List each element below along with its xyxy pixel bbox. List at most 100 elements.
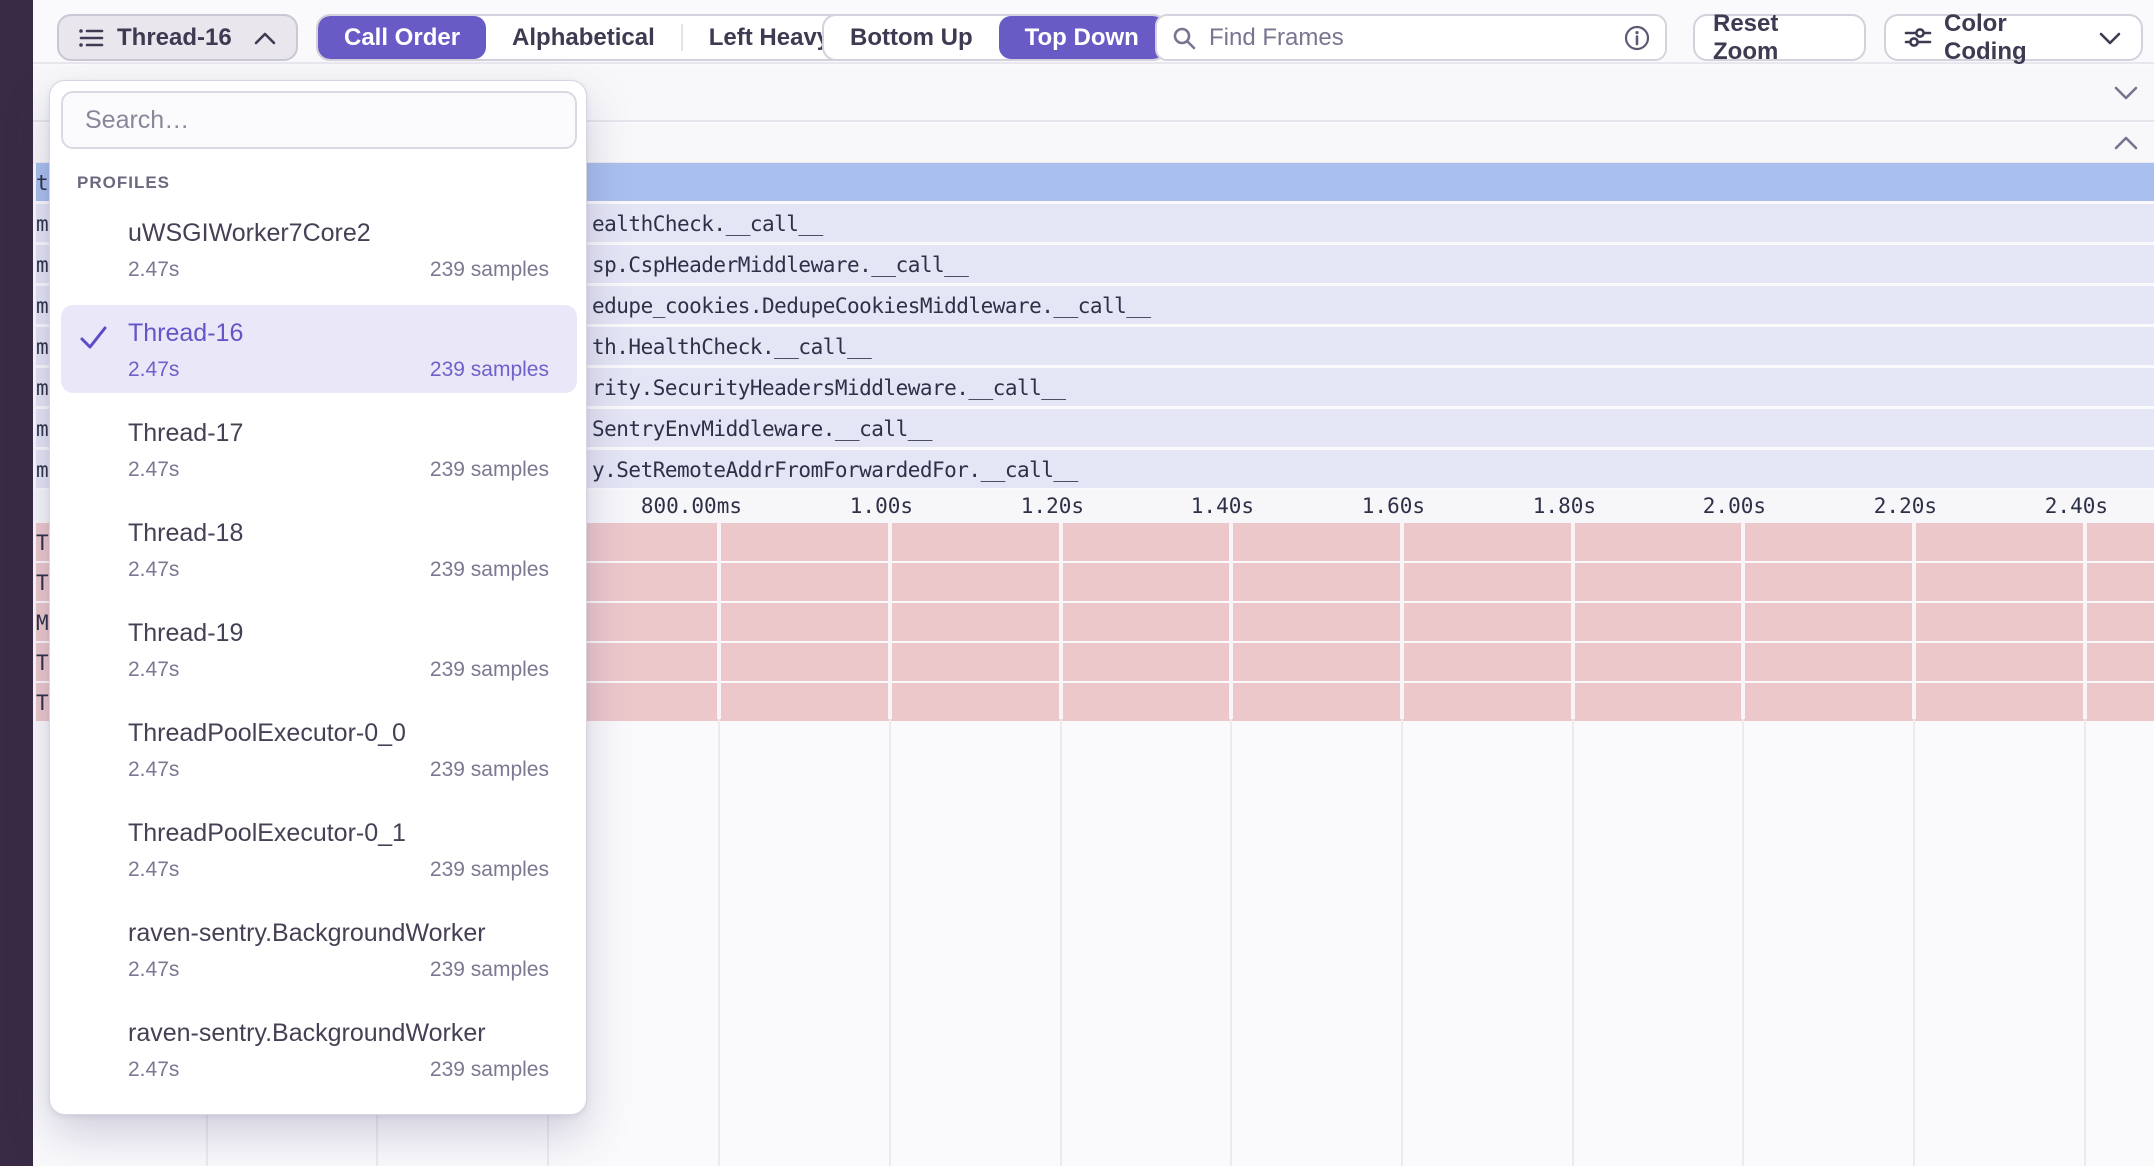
flame-frame-edge-text: T <box>36 531 49 555</box>
flame-frame-label: rity.SecurityHeadersMiddleware.__call__ <box>592 376 1066 400</box>
flame-frame-label: SentryEnvMiddleware.__call__ <box>592 417 932 441</box>
profile-item-name: Thread-16 <box>128 318 549 348</box>
profile-item-name: Thread-19 <box>128 618 549 648</box>
flame-frame-edge-text: m <box>36 212 49 236</box>
gridline <box>1912 523 1916 719</box>
flame-frame-edge-text: m <box>36 417 49 441</box>
gridline <box>1742 719 1744 1166</box>
profile-item-meta: 2.47s 239 samples <box>128 457 549 483</box>
flame-frame-edge-text: t <box>36 171 49 195</box>
profile-item-duration: 2.47s <box>128 357 179 383</box>
flame-frame-label: ealthCheck.__call__ <box>592 212 823 236</box>
dropdown-search-input[interactable] <box>83 105 555 136</box>
axis-tick-label: 2.20s <box>1777 494 1937 518</box>
chevron-down-icon <box>2097 30 2123 46</box>
find-frames-search <box>1155 14 1667 61</box>
axis-tick-label: 1.40s <box>1094 494 1254 518</box>
flame-frame-label: edupe_cookies.DedupeCookiesMiddleware.__… <box>592 294 1151 318</box>
gridline <box>717 523 721 719</box>
profile-item[interactable]: Thread-19 2.47s239 samples <box>61 605 577 693</box>
gridline <box>888 523 892 719</box>
flame-frame-edge-text: m <box>36 376 49 400</box>
flame-frame-edge-text: T <box>36 651 49 675</box>
view-order-segmented-control: Call Order Alphabetical Left Heavy <box>316 14 858 61</box>
thread-selector-label: Thread-16 <box>117 24 232 52</box>
profile-item[interactable]: Thread-162.47s239 samples <box>61 305 577 393</box>
profile-item-meta: 2.47s239 samples <box>128 257 549 283</box>
profile-item-duration: 2.47s <box>128 857 179 883</box>
profile-item-duration: 2.47s <box>128 657 179 683</box>
profile-item-name: ThreadPoolExecutor-0_0 <box>128 718 549 748</box>
profile-item-meta: 2.47s239 samples <box>128 1057 549 1083</box>
profile-item[interactable]: Thread-17 2.47s 239 samples <box>61 405 577 493</box>
tab-alphabetical[interactable]: Alphabetical <box>486 16 681 59</box>
profile-item-meta: 2.47s239 samples <box>128 757 549 783</box>
gridline <box>1571 523 1575 719</box>
direction-segmented-control: Bottom Up Top Down <box>822 14 1167 61</box>
reset-zoom-button[interactable]: Reset Zoom <box>1693 14 1866 61</box>
gridline <box>1230 719 1232 1166</box>
gridline <box>718 719 720 1166</box>
dropdown-search-box <box>61 91 577 149</box>
profile-item-duration: 2.47s <box>128 557 179 583</box>
axis-tick-label: 2.00s <box>1606 494 1766 518</box>
find-frames-input[interactable] <box>1207 23 1613 53</box>
profile-item-meta: 2.47s239 samples <box>128 657 549 683</box>
gridline <box>1572 719 1574 1166</box>
tab-call-order[interactable]: Call Order <box>318 16 486 59</box>
profiles-section-label: PROFILES <box>77 173 170 193</box>
info-icon[interactable] <box>1623 24 1651 52</box>
toolbar: Thread-16 Call Order Alphabetical Left H… <box>33 0 2154 64</box>
flame-frame-edge-text: m <box>36 335 49 359</box>
color-coding-button[interactable]: Color Coding <box>1884 14 2143 61</box>
profile-item-duration: 2.47s <box>128 957 179 983</box>
chevron-up-icon[interactable] <box>2112 134 2140 152</box>
color-coding-label: Color Coding <box>1944 10 2085 66</box>
flame-frame-label: y.SetRemoteAddrFromForwardedFor.__call__ <box>592 458 1078 482</box>
gridline <box>2084 719 2086 1166</box>
thread-list-icon <box>77 24 105 52</box>
flame-frame-label: th.HealthCheck.__call__ <box>592 335 871 359</box>
gridline <box>2083 523 2087 719</box>
profile-item-name: Thread-17 <box>128 418 549 448</box>
profile-item[interactable]: Thread-18 2.47s 239 samples <box>61 505 577 593</box>
tab-top-down[interactable]: Top Down <box>999 16 1165 59</box>
gridline <box>1060 719 1062 1166</box>
chevron-down-icon[interactable] <box>2112 84 2140 102</box>
profile-item-name: ThreadPoolExecutor-0_1 <box>128 818 549 848</box>
left-rail <box>0 0 33 1166</box>
profile-item-samples: 239 samples <box>430 557 549 583</box>
profile-item-samples: 239 samples <box>430 857 549 883</box>
profile-item-samples: 239 samples <box>430 957 549 983</box>
tab-bottom-up[interactable]: Bottom Up <box>824 16 999 59</box>
flame-frame-edge-text: m <box>36 253 49 277</box>
profile-item[interactable]: raven-sentry.BackgroundWorker 2.47s 239 sa… <box>61 905 577 993</box>
gridline <box>1741 523 1745 719</box>
profile-item-name: raven-sentry.BackgroundWorker <box>128 1018 549 1048</box>
axis-tick-label: 1.00s <box>753 494 913 518</box>
profiler-flamegraph-view: t mealthCheck.__call__msp.CspHeaderMiddl… <box>0 0 2154 1166</box>
flame-frame-edge-text: m <box>36 294 49 318</box>
axis-tick-label: 2.40s <box>1948 494 2108 518</box>
profile-item-duration: 2.47s <box>128 257 179 283</box>
reset-zoom-label: Reset Zoom <box>1713 10 1846 66</box>
gridline <box>1913 719 1915 1166</box>
profile-item-duration: 2.47s <box>128 1057 179 1083</box>
profile-item-name: Thread-18 <box>128 518 549 548</box>
flame-frame-edge-text: m <box>36 458 49 482</box>
thread-selector-button[interactable]: Thread-16 <box>57 14 298 61</box>
flame-frame-label: sp.CspHeaderMiddleware.__call__ <box>592 253 968 277</box>
profile-item[interactable]: ThreadPoolExecutor-0_1 2.47s 239 samples <box>61 805 577 893</box>
profile-item[interactable]: ThreadPoolExecutor-0_0 2.47s239 samples <box>61 705 577 793</box>
profile-item-name: uWSGIWorker7Core2 <box>128 218 549 248</box>
profile-item-samples: 239 samples <box>430 757 549 783</box>
sliders-icon <box>1904 24 1932 52</box>
profile-item-samples: 239 samples <box>430 457 549 483</box>
profile-item-name: raven-sentry.BackgroundWorker <box>128 918 549 948</box>
profile-item[interactable]: uWSGIWorker7Core2 2.47s239 samples <box>61 205 577 293</box>
profile-item-meta: 2.47s 239 samples <box>128 857 549 883</box>
gridline <box>1229 523 1233 719</box>
gridline <box>1059 523 1063 719</box>
profile-item[interactable]: raven-sentry.BackgroundWorker 2.47s239 sa… <box>61 1005 577 1093</box>
profile-item-duration: 2.47s <box>128 457 179 483</box>
